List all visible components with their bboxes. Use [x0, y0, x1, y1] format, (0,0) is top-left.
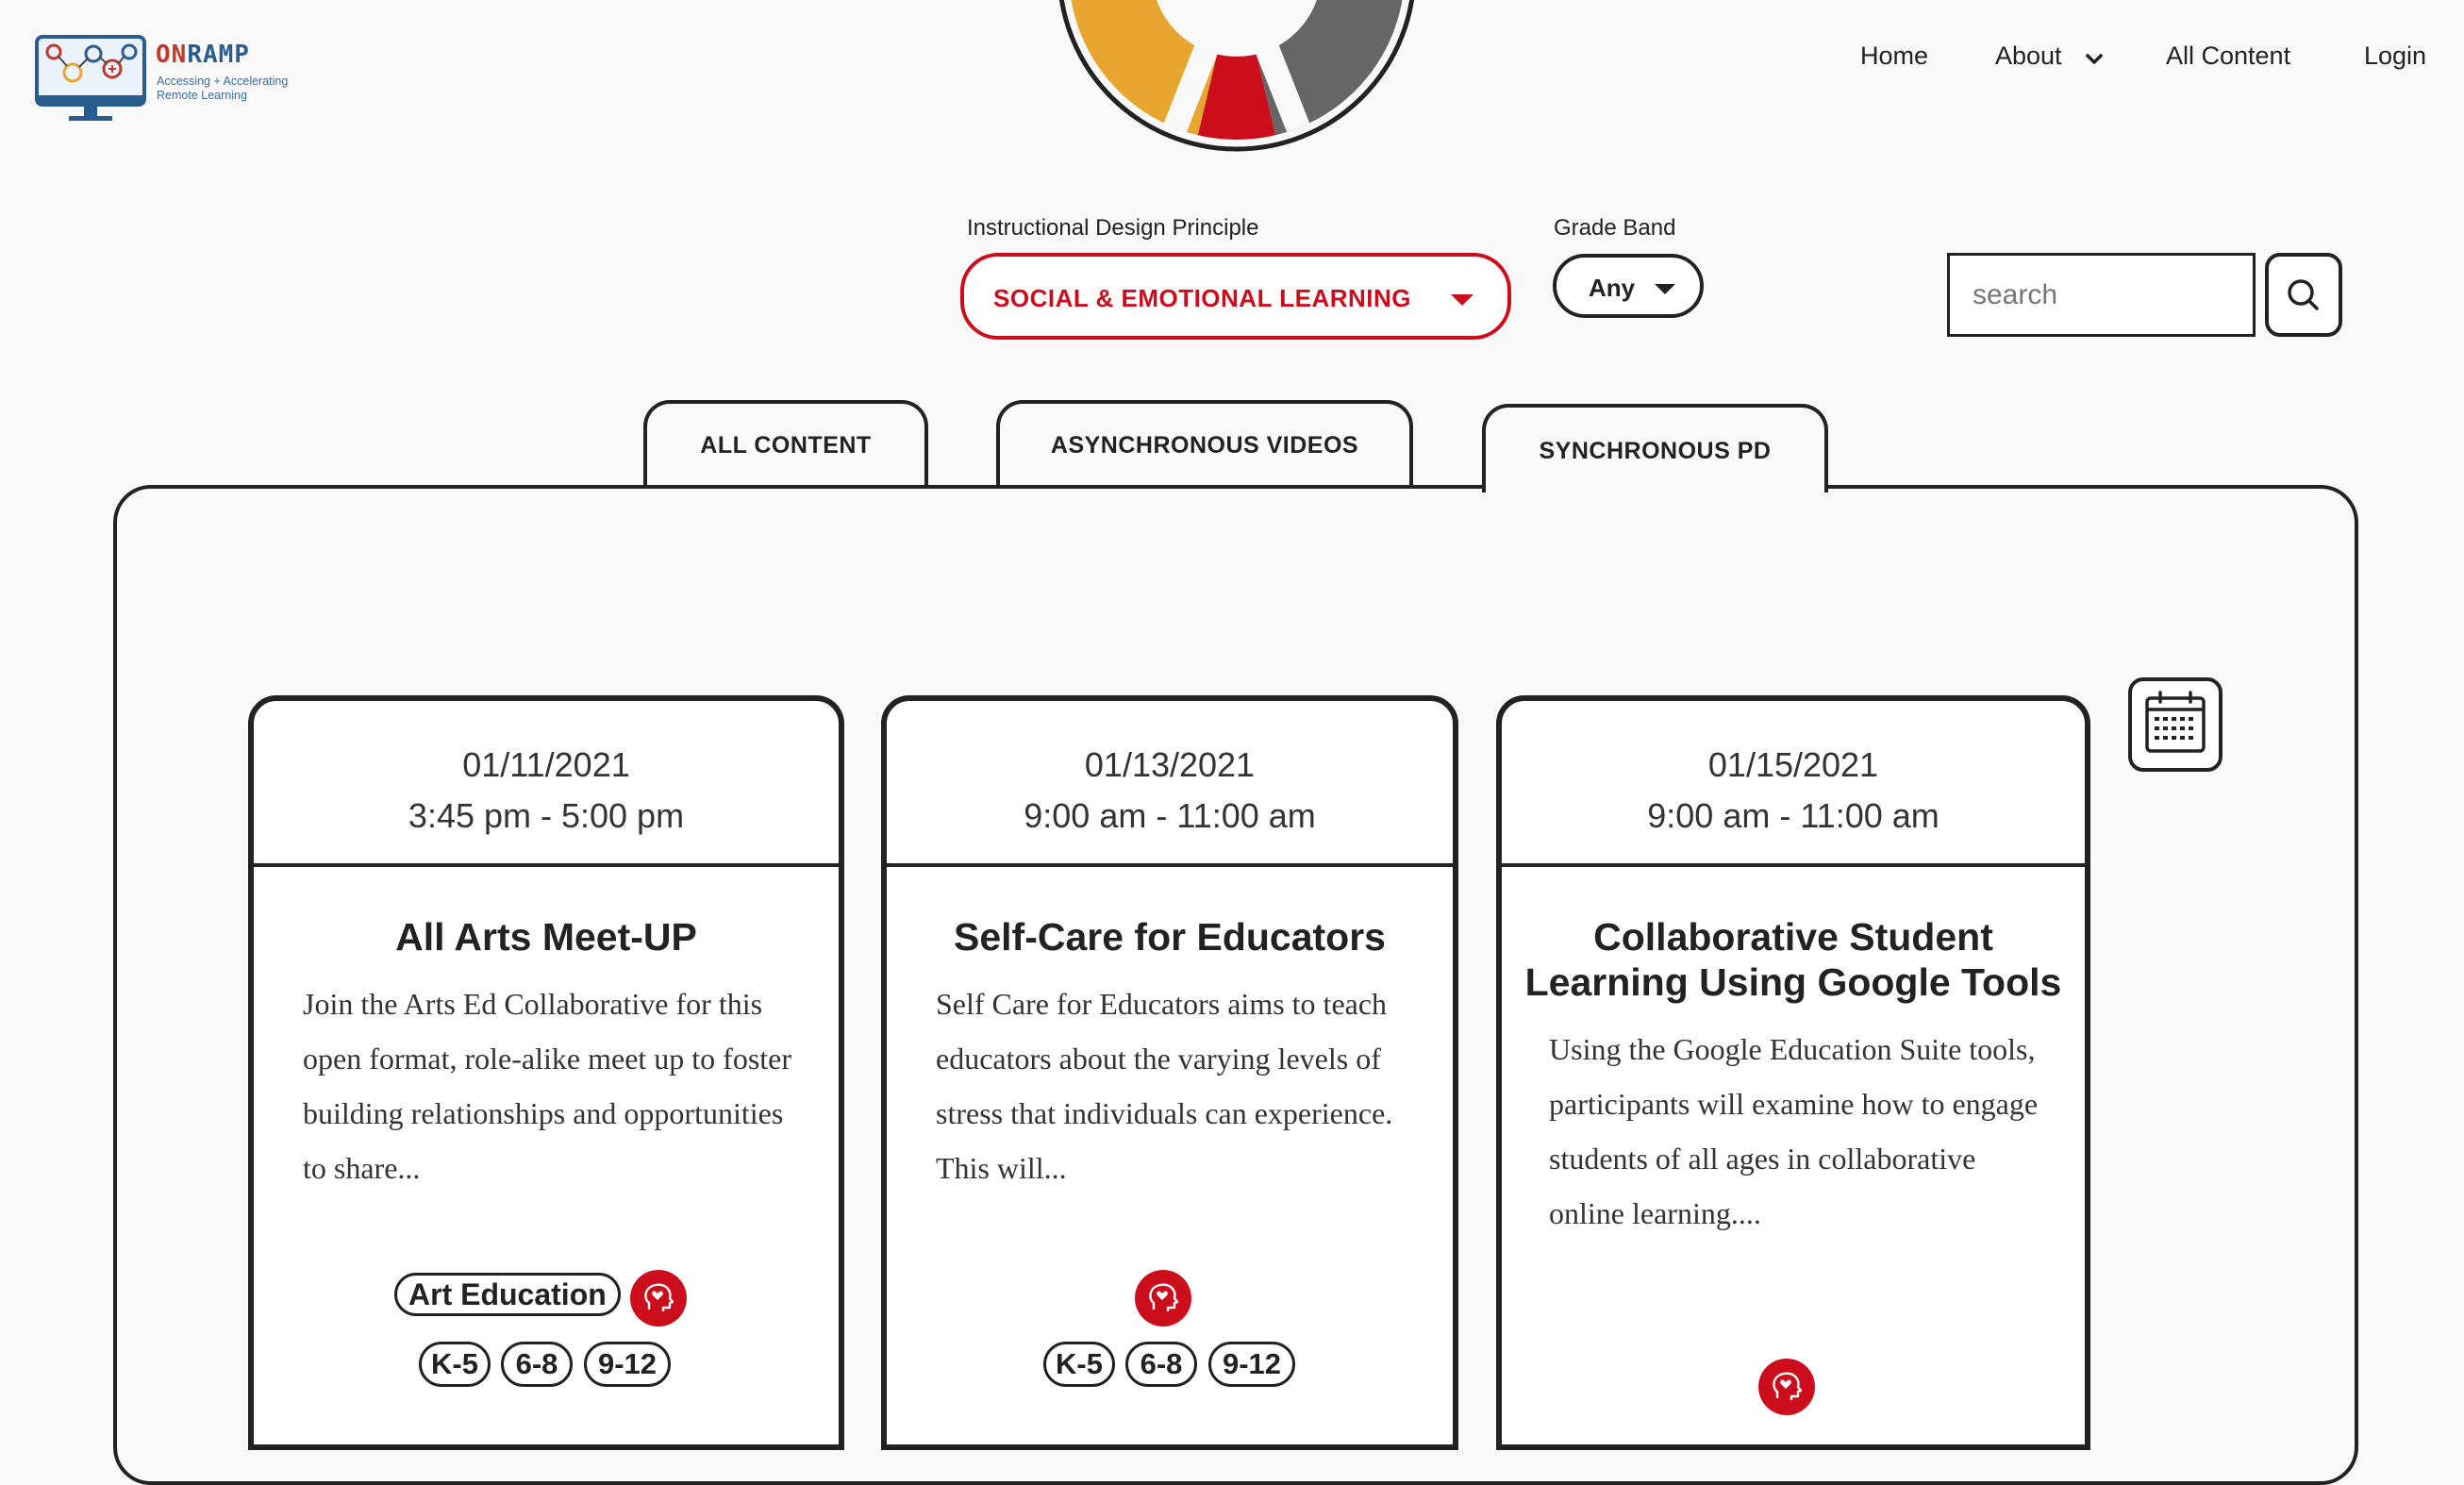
grade-dropdown[interactable]: Any [1553, 254, 1704, 318]
event-time: 3:45 pm - 5:00 pm [408, 796, 685, 835]
event-title[interactable]: Collaborative Student Learning Using Goo… [1521, 914, 2066, 1005]
event-card-header: 01/13/2021 9:00 am - 11:00 am [887, 701, 1453, 867]
calendar-view-button[interactable] [2128, 677, 2223, 772]
chevron-down-icon[interactable] [2085, 53, 2104, 66]
tab-synchronous-pd[interactable]: SYNCHRONOUS PD [1482, 404, 1828, 492]
event-card[interactable]: 01/11/2021 3:45 pm - 5:00 pm All Arts Me… [248, 695, 844, 1450]
heart-head-icon [1758, 1359, 1815, 1415]
principle-dropdown-value: SOCIAL & EMOTIONAL LEARNING [993, 284, 1411, 312]
search-input[interactable] [1947, 253, 2256, 337]
principle-filter-label: Instructional Design Principle [967, 215, 1259, 241]
tab-asynchronous-videos[interactable]: ASYNCHRONOUS VIDEOS [996, 400, 1413, 489]
monitor-logo-icon [35, 35, 146, 121]
calendar-icon [2145, 691, 2206, 753]
grade-tag[interactable]: K-5 [1043, 1342, 1115, 1387]
event-description: Join the Arts Ed Collaborative for this … [303, 987, 792, 1185]
onramp-logo[interactable]: ONRAMP Accessing + Accelerating Remote L… [35, 35, 308, 125]
grade-dropdown-value: Any [1589, 274, 1636, 302]
tab-label: ALL CONTENT [700, 432, 872, 459]
event-description: Using the Google Education Suite tools, … [1549, 1032, 2039, 1230]
event-card-header: 01/15/2021 9:00 am - 11:00 am [1502, 701, 2085, 867]
event-date: 01/15/2021 [1707, 745, 1879, 784]
tab-label: ASYNCHRONOUS VIDEOS [1050, 432, 1359, 459]
tab-all-content[interactable]: ALL CONTENT [643, 400, 928, 489]
logo-wordmark: ONRAMP [156, 41, 250, 69]
event-time: 9:00 am - 11:00 am [1647, 796, 1940, 835]
grade-tag[interactable]: K-5 [419, 1342, 491, 1387]
nav-home[interactable]: Home [1860, 42, 1928, 71]
grade-filter-label: Grade Band [1554, 215, 1676, 241]
grade-tag[interactable]: 6-8 [501, 1342, 573, 1387]
grade-tag[interactable]: 9-12 [584, 1342, 671, 1387]
heart-head-icon [1135, 1270, 1191, 1326]
tab-label: SYNCHRONOUS PD [1539, 438, 1772, 464]
nav-about[interactable]: About [1995, 42, 2062, 71]
event-title[interactable]: Self-Care for Educators [906, 914, 1434, 959]
event-card-header: 01/11/2021 3:45 pm - 5:00 pm [254, 701, 839, 867]
event-card[interactable]: 01/13/2021 9:00 am - 11:00 am Self-Care … [881, 695, 1458, 1450]
principles-wheel-graphic [1058, 0, 1415, 152]
event-card[interactable]: 01/15/2021 9:00 am - 11:00 am Collaborat… [1496, 695, 2090, 1450]
event-date: 01/13/2021 [1084, 745, 1256, 784]
subject-tag[interactable]: Art Education [394, 1273, 621, 1316]
event-date: 01/11/2021 [462, 745, 630, 784]
principle-dropdown[interactable]: SOCIAL & EMOTIONAL LEARNING [960, 253, 1511, 340]
grade-tag[interactable]: 9-12 [1208, 1342, 1295, 1387]
nav-all-content[interactable]: All Content [2166, 42, 2290, 71]
grade-tag[interactable]: 6-8 [1125, 1342, 1197, 1387]
event-time: 9:00 am - 11:00 am [1024, 796, 1316, 835]
heart-head-icon [630, 1270, 687, 1326]
search-button[interactable] [2265, 253, 2342, 337]
event-title[interactable]: All Arts Meet-UP [273, 914, 820, 959]
search-icon [2288, 279, 2319, 310]
caret-down-icon [1655, 284, 1675, 294]
active-tab-connector [1486, 481, 1824, 492]
caret-down-icon [1451, 294, 1473, 306]
event-description: Self Care for Educators aims to teach ed… [936, 987, 1393, 1185]
logo-tagline: Accessing + Accelerating Remote Learning [157, 75, 289, 102]
nav-login[interactable]: Login [2364, 42, 2426, 71]
